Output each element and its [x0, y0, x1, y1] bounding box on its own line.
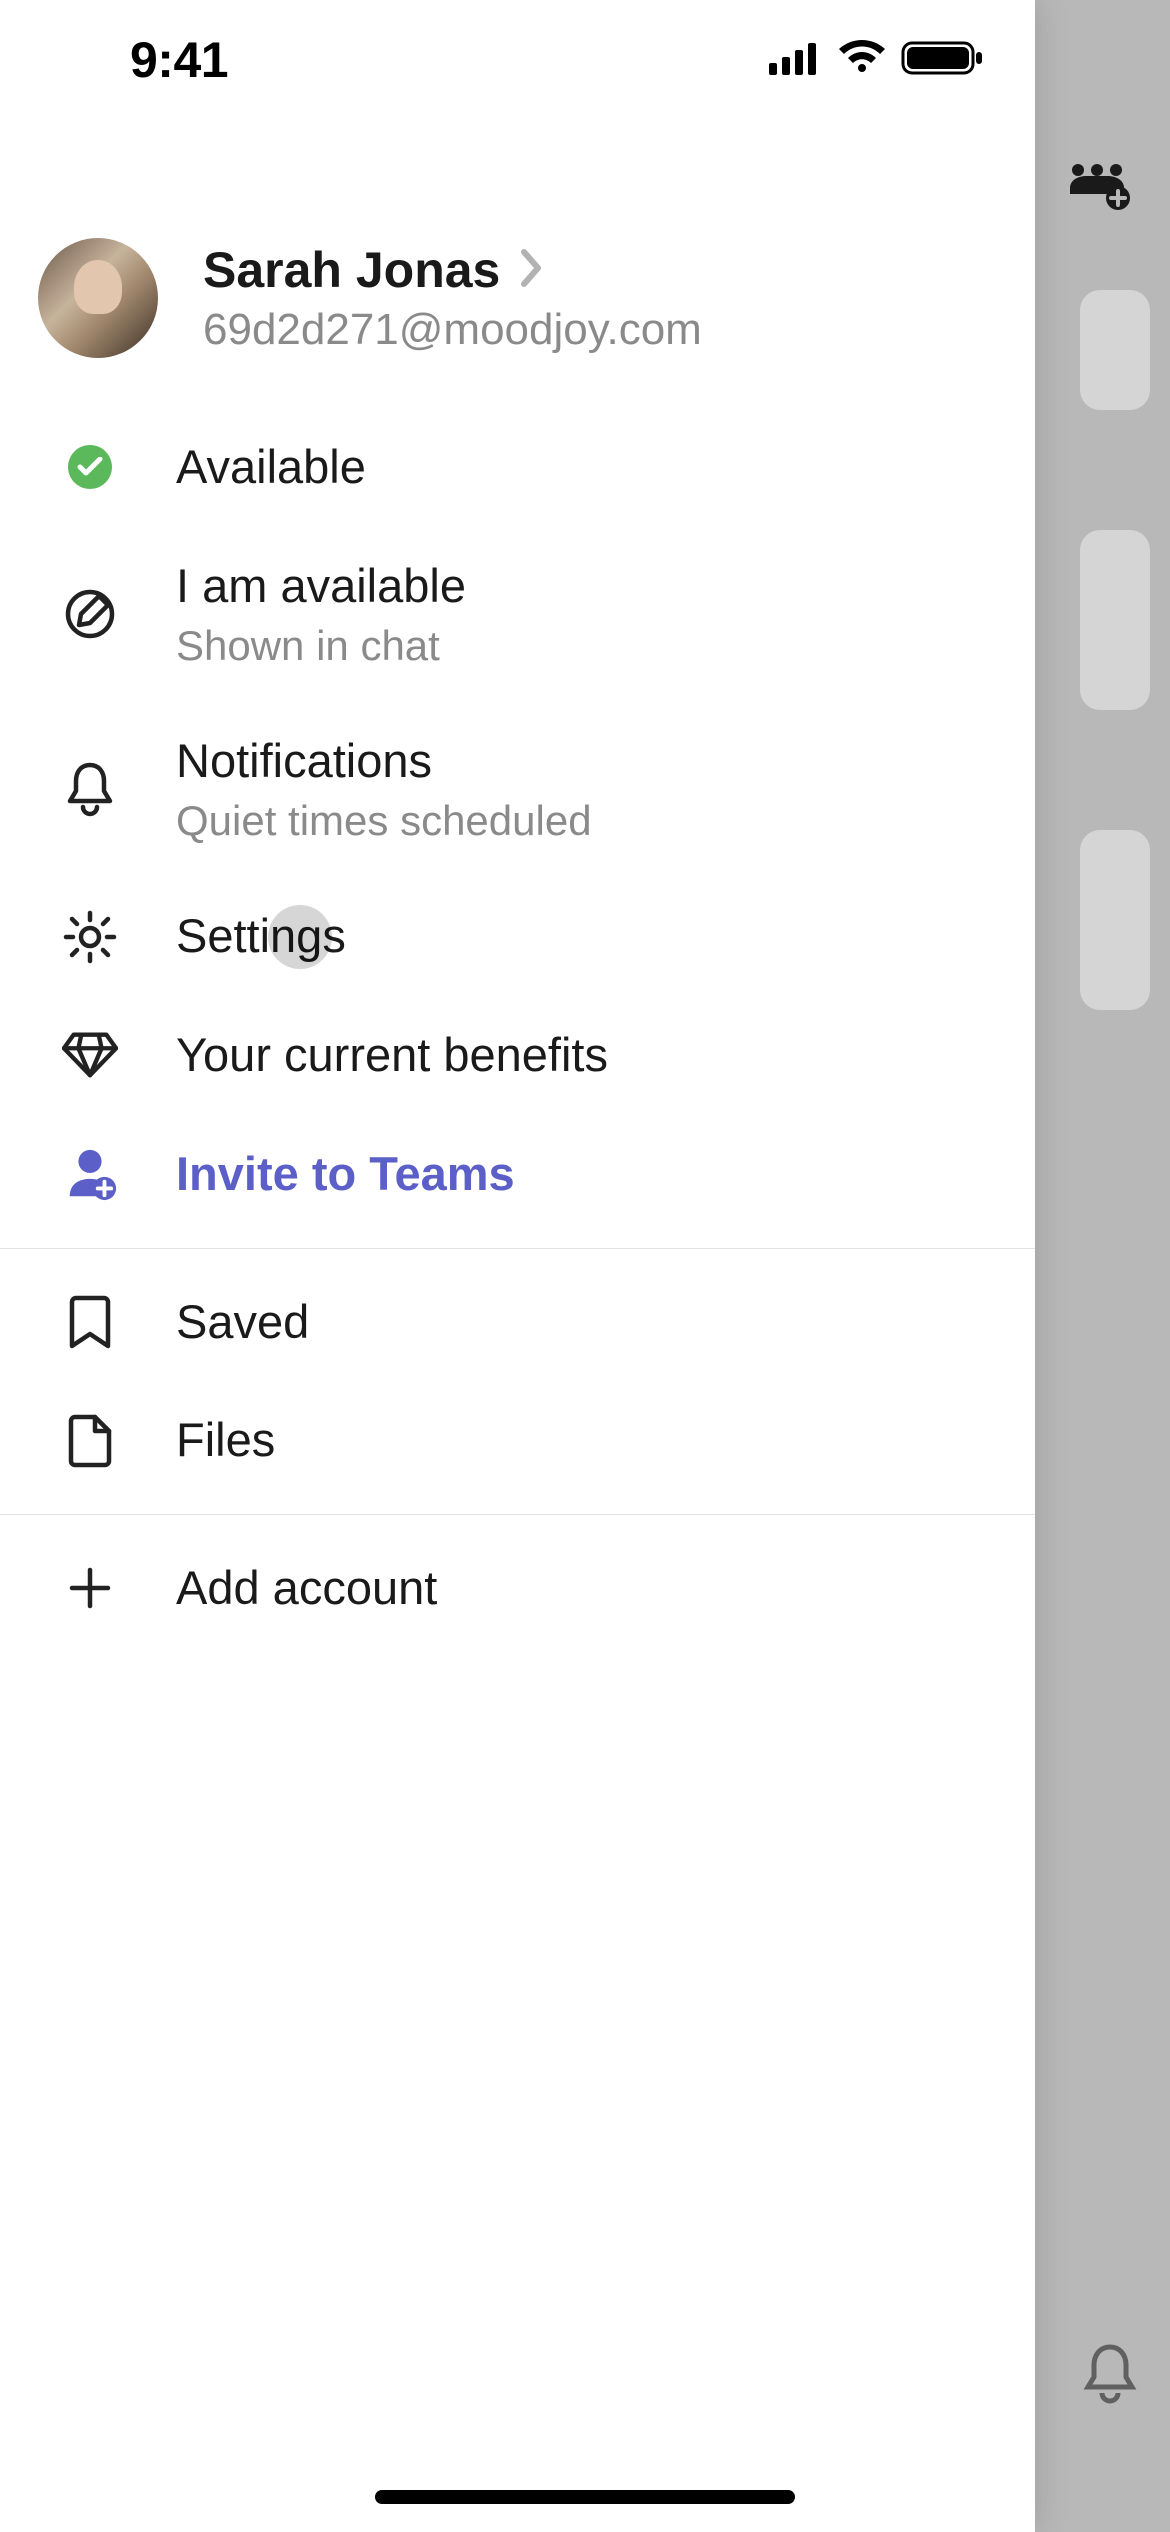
profile-row[interactable]: Sarah Jonas 69d2d271@moodjoy.com: [0, 110, 1035, 408]
diamond-icon: [62, 1027, 118, 1083]
menu-label: Add account: [176, 1559, 437, 1618]
divider: [0, 1248, 1035, 1249]
bookmark-icon: [62, 1294, 118, 1350]
chevron-right-icon: [520, 248, 544, 293]
wifi-icon: [837, 40, 887, 81]
person-add-icon: [62, 1146, 118, 1202]
teams-header-icon: [1064, 160, 1130, 215]
menu-item-add-account[interactable]: Add account: [0, 1529, 1035, 1648]
avatar: [38, 238, 158, 358]
menu-sublabel: Shown in chat: [176, 620, 466, 673]
menu-sublabel: Quiet times scheduled: [176, 795, 592, 848]
navigation-drawer: 9:41: [0, 0, 1035, 2532]
divider: [0, 1514, 1035, 1515]
file-icon: [62, 1413, 118, 1469]
profile-name: Sarah Jonas: [203, 241, 500, 299]
menu-label: Invite to Teams: [176, 1145, 515, 1204]
status-bar-time: 9:41: [130, 31, 228, 89]
bell-icon: [62, 762, 118, 818]
battery-icon: [901, 39, 985, 82]
background-card: [1080, 530, 1150, 710]
menu-label: I am available: [176, 557, 466, 616]
menu-label: Saved: [176, 1293, 309, 1352]
menu-item-status[interactable]: Available: [0, 408, 1035, 527]
profile-email: 69d2d271@moodjoy.com: [203, 305, 702, 355]
status-available-icon: [62, 439, 118, 495]
cellular-signal-icon: [769, 41, 823, 80]
menu-label: Settings: [176, 907, 346, 966]
status-bar: 9:41: [0, 0, 1035, 110]
menu-label: Your current benefits: [176, 1026, 608, 1085]
activity-tab-icon: [1080, 2341, 1140, 2412]
background-card: [1080, 290, 1150, 410]
gear-icon: [62, 909, 118, 965]
menu-label: Notifications: [176, 732, 592, 791]
menu-item-status-message[interactable]: I am available Shown in chat: [0, 527, 1035, 702]
home-indicator[interactable]: [375, 2490, 795, 2504]
menu-item-benefits[interactable]: Your current benefits: [0, 996, 1035, 1115]
menu-item-settings[interactable]: Settings: [0, 877, 1035, 996]
menu-item-saved[interactable]: Saved: [0, 1263, 1035, 1382]
menu-item-notifications[interactable]: Notifications Quiet times scheduled: [0, 702, 1035, 877]
menu-item-files[interactable]: Files: [0, 1381, 1035, 1500]
plus-icon: [62, 1560, 118, 1616]
edit-status-icon: [62, 586, 118, 642]
menu-item-invite[interactable]: Invite to Teams: [0, 1115, 1035, 1234]
menu-label: Files: [176, 1411, 275, 1470]
background-card: [1080, 830, 1150, 1010]
menu-label: Available: [176, 438, 366, 497]
